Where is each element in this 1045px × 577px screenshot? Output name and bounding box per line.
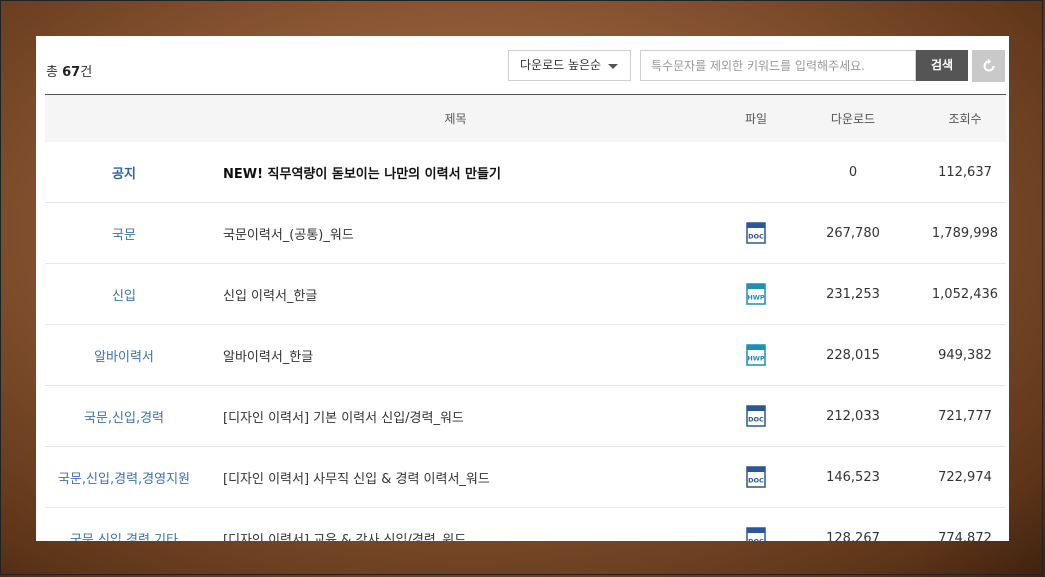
title-link[interactable]: [디자인 이력서] 기본 이력서 신입/경력_워드 <box>223 386 723 446</box>
view-count: 1,789,998 <box>931 225 999 241</box>
table-row[interactable]: 국문,신입,경력,경영지원 [디자인 이력서] 사무직 신입 & 경력 이력서_워… <box>45 447 1006 508</box>
file-type-label: DOC <box>748 538 764 542</box>
sort-selected-label: 다운로드 높은순 <box>520 58 602 72</box>
title-link[interactable]: [디자인 이력서] 교육 & 강사 신입/경력_워드 <box>223 508 723 542</box>
search-input[interactable] <box>640 50 916 81</box>
column-downloads: 다운로드 <box>830 112 876 126</box>
table-body: 공지 NEW! 직무역량이 돋보이는 나만의 이력서 만들기 0 112,637 국문 국… <box>45 142 1006 541</box>
table-row[interactable]: 국문 국문이력서_(공통)_워드 DOC 267,780 1,789,998 <box>45 203 1006 264</box>
list-toolbar: 총 67건 다운로드 높은순 검색 <box>36 36 1009 94</box>
hwp-file-icon[interactable]: HWP <box>746 344 766 366</box>
category-link[interactable]: 국문,신입,경력 <box>45 386 203 446</box>
table-row[interactable]: 알바이력서 알바이력서_한글 HWP 228,015 949,382 <box>45 325 1006 386</box>
doc-file-icon[interactable]: DOC <box>746 222 766 244</box>
file-type-label: DOC <box>748 416 764 424</box>
file-cell <box>735 142 777 202</box>
table-header: 제목 파일 다운로드 조회수 <box>45 94 1006 142</box>
file-type-label: HWP <box>747 294 765 302</box>
download-count: 267,780 <box>826 225 880 241</box>
file-cell: DOC <box>735 203 777 263</box>
column-file: 파일 <box>744 112 768 126</box>
title-link[interactable]: 알바이력서_한글 <box>223 325 723 385</box>
category-link[interactable]: 공지 <box>45 142 203 202</box>
column-title: 제목 <box>444 112 467 126</box>
file-type-label: DOC <box>748 477 764 485</box>
download-count: 228,015 <box>826 347 880 363</box>
view-count: 1,052,436 <box>931 286 999 302</box>
reset-button[interactable] <box>972 50 1005 82</box>
total-suffix: 건 <box>80 65 93 80</box>
file-type-label: DOC <box>748 233 764 241</box>
category-link[interactable]: 국문 <box>45 203 203 263</box>
file-cell: HWP <box>735 264 777 324</box>
download-count: 128,267 <box>826 530 880 542</box>
resume-table: 제목 파일 다운로드 조회수 공지 NEW! 직무역량이 돋보이는 나만의 이력서… <box>45 94 1006 541</box>
download-count: 212,033 <box>826 408 880 424</box>
table-row[interactable]: 국문,신입,경력 [디자인 이력서] 기본 이력서 신입/경력_워드 DOC 212,… <box>45 386 1006 447</box>
view-count: 722,974 <box>938 469 992 485</box>
download-count: 0 <box>848 164 858 180</box>
file-cell: DOC <box>735 447 777 507</box>
chevron-down-icon <box>608 64 618 69</box>
file-cell: DOC <box>735 508 777 541</box>
total-count-label: 총 67건 <box>46 61 92 80</box>
view-count: 949,382 <box>938 347 992 363</box>
file-cell: HWP <box>735 325 777 385</box>
total-count: 67 <box>62 65 81 80</box>
title-link[interactable]: NEW! 직무역량이 돋보이는 나만의 이력서 만들기 <box>223 142 723 202</box>
refresh-icon <box>983 58 994 72</box>
view-count: 721,777 <box>938 408 992 424</box>
file-type-label: HWP <box>747 355 765 363</box>
category-link[interactable]: 국문,신입,경력,기타 <box>45 508 203 542</box>
table-row[interactable]: 국문,신입,경력,기타 [디자인 이력서] 교육 & 강사 신입/경력_워드 DOC… <box>45 508 1006 541</box>
title-link[interactable]: [디자인 이력서] 사무직 신입 & 경력 이력서_워드 <box>223 447 723 507</box>
category-link[interactable]: 국문,신입,경력,경영지원 <box>45 447 203 507</box>
hwp-file-icon[interactable]: HWP <box>746 283 766 305</box>
title-link[interactable]: 신입 이력서_한글 <box>223 264 723 324</box>
notice-row[interactable]: 공지 NEW! 직무역량이 돋보이는 나만의 이력서 만들기 0 112,637 <box>45 142 1006 203</box>
doc-file-icon[interactable]: DOC <box>746 527 766 541</box>
search-button[interactable]: 검색 <box>916 50 968 81</box>
download-count: 231,253 <box>826 286 880 302</box>
table-row[interactable]: 신입 신입 이력서_한글 HWP 231,253 1,052,436 <box>45 264 1006 325</box>
category-link[interactable]: 신입 <box>45 264 203 324</box>
category-link[interactable]: 알바이력서 <box>45 325 203 385</box>
title-link[interactable]: 국문이력서_(공통)_워드 <box>223 203 723 263</box>
resume-list-panel: 총 67건 다운로드 높은순 검색 제목 파일 다운로드 조회수 공지 NEW! … <box>36 36 1009 541</box>
view-count: 774,872 <box>938 530 992 542</box>
doc-file-icon[interactable]: DOC <box>746 405 766 427</box>
sort-dropdown[interactable]: 다운로드 높은순 <box>508 50 631 81</box>
view-count: 112,637 <box>938 164 992 180</box>
doc-file-icon[interactable]: DOC <box>746 466 766 488</box>
column-views: 조회수 <box>948 112 982 126</box>
total-prefix: 총 <box>46 65 58 80</box>
file-cell: DOC <box>735 386 777 446</box>
download-count: 146,523 <box>826 469 880 485</box>
